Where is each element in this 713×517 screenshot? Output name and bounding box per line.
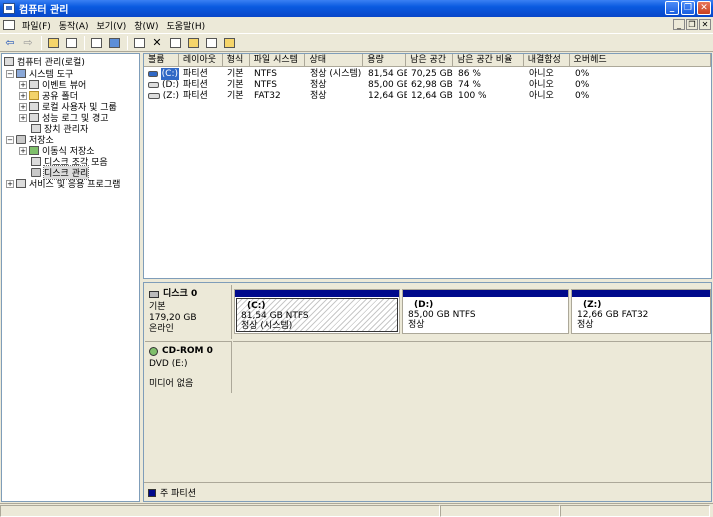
status-pane [560,505,710,517]
forward-icon[interactable]: ⇨ [20,35,36,50]
mdi-restore-button[interactable]: ❐ [686,19,698,30]
menu-view[interactable]: 보기(V) [93,19,131,32]
expand-icon[interactable]: + [19,102,27,111]
up-folder-icon[interactable] [45,35,61,50]
title-bar: 컴퓨터 관리 _ ❐ ✕ [0,0,713,17]
toolbar-separator [127,35,128,50]
partition-color-bar [572,290,710,297]
col-fault-tolerance[interactable]: 내결함성 [524,54,570,67]
col-free[interactable]: 남은 공간 [406,54,453,67]
primary-partition-swatch [148,488,156,497]
users-icon [29,102,39,111]
menu-bar: 파일(F) 동작(A) 보기(V) 창(W) 도움말(H) _ ❐ ✕ [0,17,713,33]
disk-0-label[interactable]: 디스크 0 기본 179,20 GB 온라인 [145,285,232,339]
computer-management-icon [3,3,15,14]
menu-window[interactable]: 창(W) [130,19,162,32]
volume-list-header: 볼륨 레이아웃 형식 파일 시스템 상태 용량 남은 공간 남은 공간 비율 내… [144,54,711,67]
disk-graphical-view: 디스크 0 기본 179,20 GB 온라인 (C:) 81,54 GB NTF… [143,282,712,502]
col-status[interactable]: 상태 [305,54,364,67]
status-bar [0,503,713,517]
partition-d[interactable]: (D:) 85,00 GB NTFS 정상 [402,289,569,334]
toolbar-separator [41,35,42,50]
delete-icon[interactable]: ✕ [149,35,165,50]
legend: 주 파티션 [144,482,711,501]
toolbar: ⇦ ⇨ ✕ [0,33,713,52]
services-icon [16,179,26,188]
partition-color-bar [403,290,568,297]
defrag-icon [31,157,41,166]
mdi-close-button[interactable]: ✕ [699,19,711,30]
properties-icon[interactable] [88,35,104,50]
help-icon[interactable] [106,35,122,50]
col-free-pct[interactable]: 남은 공간 비율 [453,54,524,67]
expand-icon[interactable]: + [19,80,27,89]
toolbar-separator [84,35,85,50]
status-pane [0,505,440,517]
maximize-button[interactable]: ❐ [681,1,695,15]
console-tree: 컴퓨터 관리(로컬) − 시스템 도구 + 이벤트 뷰어 + 공유 폴더 + 로… [1,53,140,502]
volume-list: 볼륨 레이아웃 형식 파일 시스템 상태 용량 남은 공간 남은 공간 비율 내… [143,53,712,279]
settings-icon[interactable] [167,35,183,50]
shared-folder-icon [29,91,39,100]
show-tree-icon[interactable] [63,35,79,50]
event-viewer-icon [29,80,39,89]
collapse-icon[interactable]: − [6,135,14,144]
partition-z[interactable]: (Z:) 12,66 GB FAT32 정상 [571,289,711,334]
computer-icon [4,57,14,66]
col-capacity[interactable]: 용량 [363,54,407,67]
mdi-system-icon[interactable] [3,20,15,30]
disk-management-icon [31,168,41,177]
status-pane [440,505,560,517]
mdi-controls: _ ❐ ✕ [673,19,711,30]
col-layout[interactable]: 레이아웃 [179,54,223,67]
disk-properties-icon[interactable] [221,35,237,50]
expand-icon[interactable]: + [19,113,27,122]
cdrom-0-label[interactable]: CD-ROM 0 DVD (E:) 미디어 없음 [145,341,232,393]
removable-storage-icon [29,146,39,155]
storage-icon [16,135,26,144]
volume-icon [148,93,160,99]
partition-color-bar [235,290,399,297]
expand-icon[interactable]: + [6,179,14,188]
hard-disk-icon [149,291,159,298]
volume-icon [148,71,158,77]
minimize-button[interactable]: _ [665,1,679,15]
device-manager-icon [31,124,41,133]
menu-file[interactable]: 파일(F) [18,19,55,32]
tree-item-root[interactable]: 컴퓨터 관리(로컬) [4,56,85,68]
performance-icon [29,113,39,122]
expand-icon[interactable]: + [19,146,27,155]
col-volume[interactable]: 볼륨 [144,54,179,67]
col-filesystem[interactable]: 파일 시스템 [250,54,306,67]
system-tools-icon [16,69,26,78]
window-controls: _ ❐ ✕ [665,1,711,15]
mdi-minimize-button[interactable]: _ [673,19,685,30]
window-title: 컴퓨터 관리 [19,5,69,16]
open-folder-icon[interactable] [185,35,201,50]
volume-icon [148,82,159,88]
search-icon[interactable] [203,35,219,50]
cdrom-0-area [233,341,711,393]
col-type[interactable]: 형식 [223,54,250,67]
close-button[interactable]: ✕ [697,1,711,15]
cdrom-icon [149,347,158,356]
back-icon[interactable]: ⇦ [2,35,18,50]
volume-row[interactable]: (Z:) 파티션 기본 FAT32 정상 12,64 GB 12,64 GB 1… [144,90,711,102]
collapse-icon[interactable]: − [6,69,14,78]
expand-icon[interactable]: + [19,91,27,100]
col-overhead[interactable]: 오버헤드 [570,54,711,67]
refresh-icon[interactable] [131,35,147,50]
menu-action[interactable]: 동작(A) [55,19,93,32]
partition-c[interactable]: (C:) 81,54 GB NTFS 정상 (시스템) [234,289,400,334]
menu-help[interactable]: 도움말(H) [162,19,209,32]
tree-item-services[interactable]: + 서비스 및 응용 프로그램 [6,178,120,190]
